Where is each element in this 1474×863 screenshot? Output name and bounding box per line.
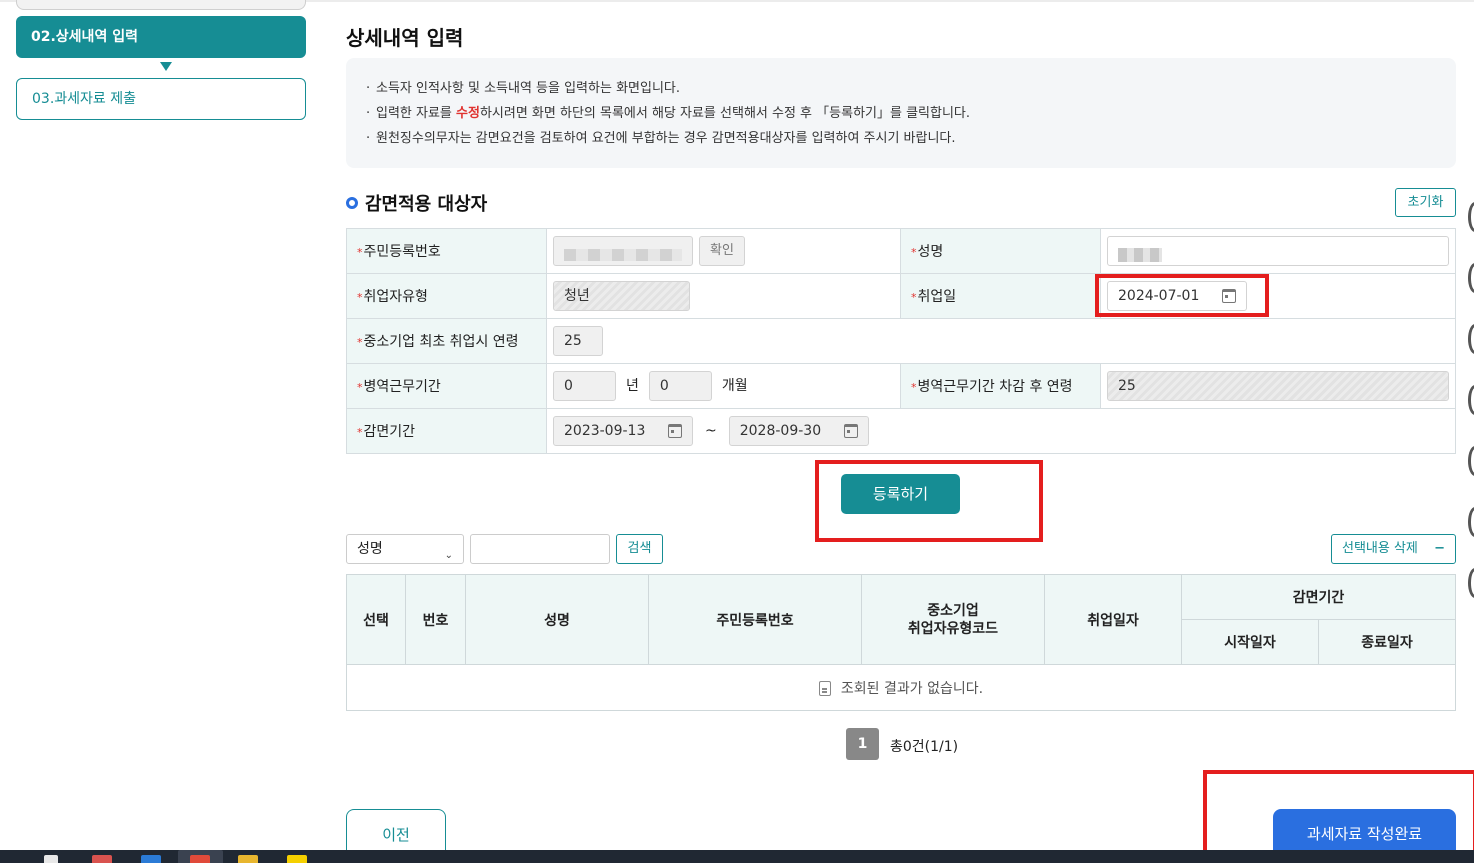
search-input[interactable] [470,534,610,564]
taskbar-app-icon[interactable] [287,855,307,863]
search-field-value: 성명 [357,541,383,557]
col-name: 성명 [465,574,649,665]
search-button[interactable]: 검색 [616,534,663,564]
side-circle-icon[interactable] [1468,385,1474,415]
target-form: *주민등록번호 확인 *성명 *취업자유형 청년 *취업일 2024-07-01… [346,228,1456,454]
col-end: 종료일자 [1318,619,1456,665]
info-edit-post: 하시려면 화면 하단의 목록에서 해당 자료를 선택해서 수정 후 「등록하기」… [479,106,971,121]
side-circle-icon[interactable] [1468,324,1474,354]
sidebar-step-next[interactable]: 03.과세자료 제출 [16,78,306,120]
delete-selected-label: 선택내용 삭제 [1342,541,1418,556]
empty-message: 조회된 결과가 없습니다. [840,680,984,697]
side-circle-icon[interactable] [1468,263,1474,293]
side-circle-icon[interactable] [1468,568,1474,598]
side-circle-icon[interactable] [1468,202,1474,232]
military-label: *병역근무기간 [346,363,547,409]
rrn-masked [564,249,682,261]
taskbar-app-icon[interactable] [44,855,58,863]
info-box: 소득자 인적사항 및 소득내역 등을 입력하는 화면입니다. 입력한 자료를 수… [346,58,1456,168]
rrn-field[interactable] [553,236,693,266]
period-label: *감면기간 [346,408,547,454]
search-field-select[interactable]: 성명 ⌄ [346,534,464,564]
taskbar-app-icon[interactable] [238,855,258,863]
col-no: 번호 [405,574,466,665]
col-type-code: 중소기업 취업자유형코드 [861,574,1045,665]
reset-button[interactable]: 초기화 [1395,188,1456,217]
section-title: 감면적용 대상자 [346,190,487,216]
side-circle-icon[interactable] [1468,507,1474,537]
result-table: 선택 번호 성명 주민등록번호 중소기업 취업자유형코드 취업일자 감면기간 시작… [346,574,1456,711]
taskbar-app-icon[interactable] [141,855,161,863]
empty-row: 조회된 결과가 없습니다. [346,664,1456,711]
col-start: 시작일자 [1181,619,1319,665]
period-separator: ~ [705,423,717,439]
first-age-field: 25 [553,326,603,356]
calendar-icon[interactable] [668,424,682,438]
info-line-2: 입력한 자료를 수정하시려면 화면 하단의 목록에서 해당 자료를 선택해서 수… [366,101,1436,126]
taskbar-app-icon[interactable] [190,855,210,863]
delete-selected-button[interactable]: 선택내용 삭제 − [1331,534,1456,564]
months-unit: 개월 [721,378,748,394]
military-years-field[interactable]: 0 [553,371,616,401]
document-icon [818,681,831,696]
info-edit-highlight: 수정 [456,106,480,121]
first-age-label: *중소기업 최초 취업시 연령 [346,318,547,364]
calendar-icon[interactable] [843,424,858,438]
name-masked [1118,247,1162,262]
period-end-field[interactable]: 2028-09-30 [728,416,869,446]
info-line-1: 소득자 인적사항 및 소득내역 등을 입력하는 화면입니다. [366,76,1436,101]
info-line-3: 원천징수의무자는 감면요건을 검토하여 요건에 부합하는 경우 감면적용대상자를… [366,126,1436,151]
adj-age-label: *병역근무기간 차감 후 연령 [900,363,1101,409]
years-unit: 년 [626,378,639,394]
page-number-button[interactable]: 1 [846,728,879,760]
chevron-down-icon: ⌄ [444,550,453,561]
col-emp-date: 취업일자 [1044,574,1182,665]
taskbar-app-icon[interactable] [92,855,112,863]
period-start-field[interactable]: 2023-09-13 [553,416,693,446]
section-title-text: 감면적용 대상자 [365,194,488,215]
name-label: *성명 [900,228,1101,274]
emp-type-field: 청년 [553,281,690,311]
emp-date-label: *취업일 [900,273,1101,319]
military-months-field[interactable]: 0 [648,371,712,401]
col-rrn: 주민등록번호 [648,574,862,665]
register-button[interactable]: 등록하기 [841,474,960,514]
total-count: 총0건(1/1) [890,739,959,755]
highlight-box-emp-date [1095,274,1269,317]
info-edit-pre: 입력한 자료를 [376,106,457,121]
rrn-label: *주민등록번호 [346,228,547,274]
page-title: 상세내역 입력 [346,26,464,50]
emp-type-label: *취업자유형 [346,273,547,319]
section-bullet-icon [346,197,358,209]
side-circle-icon[interactable] [1468,446,1474,476]
minus-icon: − [1434,541,1445,556]
rrn-confirm-button[interactable]: 확인 [699,236,745,266]
name-field[interactable] [1107,236,1449,266]
sidebar-step-active[interactable]: 02.상세내역 입력 [16,16,306,58]
step-arrow-down-icon [160,62,172,71]
adj-age-field: 25 [1107,371,1449,401]
col-select: 선택 [346,574,406,665]
col-period: 감면기간 [1181,574,1456,620]
sidebar-step-previous[interactable] [16,0,306,10]
